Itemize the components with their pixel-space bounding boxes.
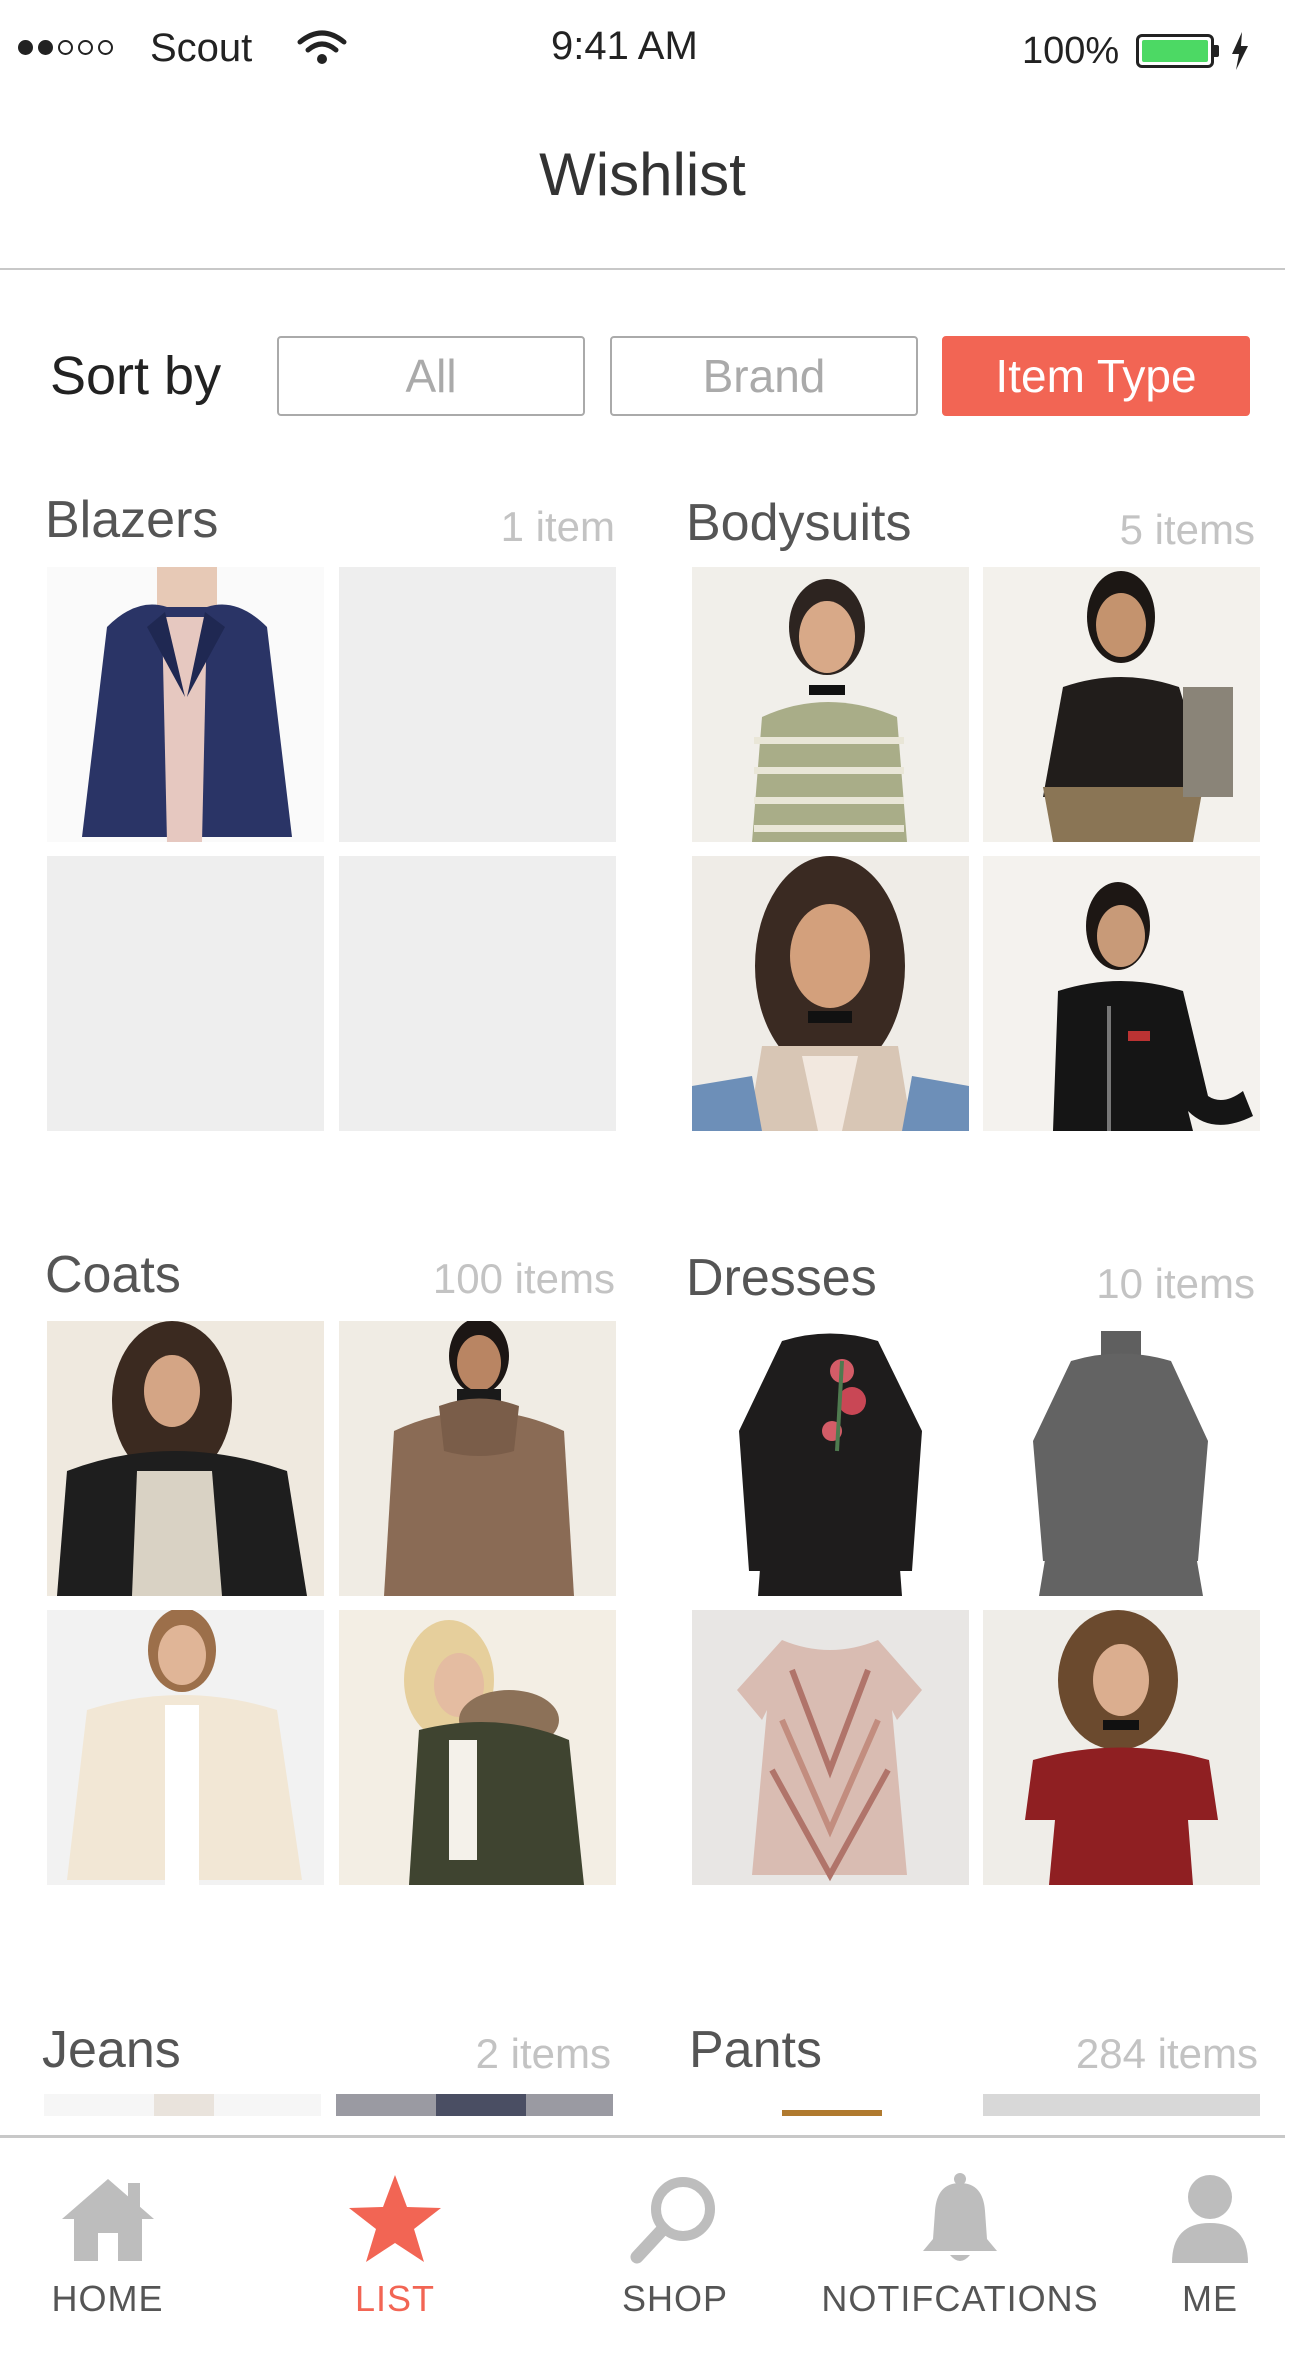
tab-notifications[interactable]: NOTIFCATIONS [821,2138,1098,2353]
category-title: Bodysuits [686,494,912,552]
empty-image-slot [339,856,616,1131]
product-image[interactable] [339,1610,616,1885]
product-image[interactable] [47,567,324,842]
tab-list[interactable]: LIST [330,2138,460,2353]
home-icon [61,2179,154,2261]
category-count: 100 items [432,1255,615,1302]
empty-image-slot [47,856,324,1131]
category-title: Jeans [42,2021,181,2079]
battery-icon [1136,34,1214,68]
product-image[interactable] [692,567,969,842]
tab-bar: HOME LIST SHOP NOTIFCATIONS ME [0,2138,1303,2353]
empty-image-slot [339,567,616,842]
product-image[interactable] [47,1610,324,1885]
category-title: Dresses [686,1249,877,1307]
category-count: 2 items [475,2030,611,2077]
sort-label: Sort by [50,346,222,406]
tab-label: HOME [51,2278,164,2319]
product-image[interactable] [44,2094,321,2116]
product-image[interactable] [692,2094,969,2116]
carrier-name: Scout [150,26,253,70]
category-title: Pants [689,2021,822,2079]
tab-label: LIST [354,2278,436,2319]
product-image[interactable] [983,567,1260,842]
search-icon [630,2176,715,2263]
category-count: 10 items [1096,1260,1255,1307]
product-image[interactable] [692,856,969,1131]
category-count: 5 items [1119,506,1255,553]
product-image[interactable] [983,1610,1260,1885]
sort-brand-button[interactable]: Brand [610,336,918,416]
tab-label: SHOP [621,2278,729,2319]
charging-icon [1232,32,1248,70]
tab-shop[interactable]: SHOP [615,2138,735,2353]
category-title: Coats [45,1246,181,1304]
person-icon [1172,2174,1248,2263]
tab-label: NOTIFCATIONS [821,2278,1099,2319]
status-bar: Scout 9:41 AM 100% [0,0,1303,100]
wifi-icon [297,30,347,64]
product-image[interactable] [339,1321,616,1596]
sort-all-button[interactable]: All [277,336,585,416]
tab-me[interactable]: ME [1160,2138,1260,2353]
page-title: Wishlist [539,141,746,208]
product-image[interactable] [47,1321,324,1596]
product-image[interactable] [983,856,1260,1131]
header-divider [0,268,1285,270]
product-image[interactable] [983,1321,1260,1596]
category-title: Blazers [45,491,219,549]
tab-label: ME [1182,2278,1238,2319]
tab-home[interactable]: HOME [45,2138,170,2353]
product-image[interactable] [692,1610,969,1885]
product-image[interactable] [983,2094,1260,2116]
battery-percent: 100% [1022,30,1120,72]
product-image[interactable] [692,1321,969,1596]
category-count: 284 items [1075,2030,1258,2077]
product-image[interactable] [336,2094,613,2116]
star-icon [349,2174,441,2262]
category-count: 1 item [500,503,615,550]
sort-item-type-button[interactable]: Item Type [942,336,1250,416]
status-time: 9:41 AM [551,24,698,68]
signal-strength-icon [18,40,113,55]
bell-icon [923,2172,997,2261]
